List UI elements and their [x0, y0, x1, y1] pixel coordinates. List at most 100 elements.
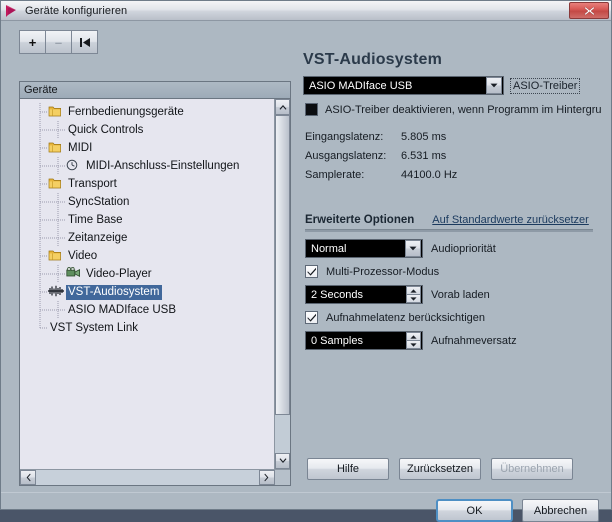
tree-item-vst-audiosystem[interactable]: VST-Audiosystem: [20, 283, 274, 301]
multiprocessor-checkbox[interactable]: [305, 265, 318, 278]
close-button[interactable]: [569, 2, 609, 19]
cancel-button[interactable]: Abbrechen: [522, 499, 599, 522]
audio-priority-select[interactable]: Normal: [305, 239, 423, 258]
release-driver-checkbox[interactable]: [305, 103, 318, 116]
remove-device-button[interactable]: –: [45, 30, 72, 54]
tree-item-video[interactable]: Video: [20, 247, 274, 265]
tree-item-midi[interactable]: MIDI: [20, 139, 274, 157]
tree-item-time-base[interactable]: Time Base: [20, 211, 274, 229]
record-shift-stepper[interactable]: [406, 332, 421, 349]
tree-guide-lines: [20, 265, 66, 283]
preload-stepper[interactable]: [406, 286, 421, 303]
tree-item-fernbedienungsger-te[interactable]: Fernbedienungsgeräte: [20, 103, 274, 121]
info-value: 6.531 ms: [401, 149, 447, 162]
tree-guide-lines: [20, 319, 48, 337]
cubase-logo-icon: [5, 4, 20, 18]
tree-item-label: Quick Controls: [68, 123, 144, 136]
chevron-down-icon[interactable]: [405, 240, 421, 257]
tree-item-midi-anschluss-einstellungen[interactable]: MIDI-Anschluss-Einstellungen: [20, 157, 274, 175]
tree-item-label: SyncStation: [68, 195, 130, 208]
stepper-down-icon[interactable]: [406, 295, 421, 303]
tree-guide-lines: [20, 103, 48, 121]
record-shift-label: Aufnahmeversatz: [431, 334, 517, 347]
vertical-scroll-track[interactable]: [275, 115, 290, 453]
tree-vertical-scrollbar[interactable]: [274, 99, 290, 469]
scroll-down-button[interactable]: [275, 453, 290, 469]
tree-item-video-player[interactable]: Video-Player: [20, 265, 274, 283]
tree-item-transport[interactable]: Transport: [20, 175, 274, 193]
record-shift-row: 0 Samples Aufnahmeversatz: [305, 331, 597, 350]
clock-icon: [66, 159, 82, 173]
record-shift-value: 0 Samples: [311, 334, 363, 347]
tree-guide-lines: [20, 157, 66, 175]
help-button[interactable]: Hilfe: [307, 458, 389, 480]
asio-driver-select[interactable]: ASIO MADIface USB: [303, 76, 504, 95]
tree-item-label: VST-Audiosystem: [66, 284, 163, 300]
preload-value: 2 Seconds: [311, 288, 363, 301]
adjust-latency-checkbox[interactable]: [305, 311, 318, 324]
release-driver-label: ASIO-Treiber deaktivieren, wenn Programm…: [325, 103, 602, 116]
tree-guide-lines: [20, 247, 48, 265]
preload-input[interactable]: 2 Seconds: [305, 285, 423, 304]
asio-driver-value: ASIO MADIface USB: [309, 79, 413, 92]
tree-item-vst-system-link[interactable]: VST System Link: [20, 319, 274, 337]
tree-item-label: MIDI-Anschluss-Einstellungen: [86, 159, 240, 172]
scroll-right-button[interactable]: [259, 470, 275, 485]
tree-guide-lines: [20, 175, 48, 193]
add-device-button[interactable]: +: [19, 30, 46, 54]
titlebar: Geräte konfigurieren: [1, 1, 611, 21]
add-device-label: +: [28, 34, 37, 50]
ok-button[interactable]: OK: [436, 499, 513, 522]
tree-item-label: Fernbedienungsgeräte: [68, 105, 184, 118]
reset-button[interactable]: Zurücksetzen: [399, 458, 481, 480]
tree-guide-lines: [20, 283, 48, 301]
info-value: 44100.0 Hz: [401, 168, 458, 181]
audio-priority-label: Audiopriorität: [431, 242, 496, 255]
horizontal-scroll-track[interactable]: [36, 470, 259, 485]
tree-item-syncstation[interactable]: SyncStation: [20, 193, 274, 211]
tree-guide-lines: [20, 193, 66, 211]
scroll-left-button[interactable]: [20, 470, 36, 485]
advanced-options-header: Erweiterte Optionen Auf Standardwerte zu…: [305, 214, 597, 226]
adjust-latency-label: Aufnahmelatenz berücksichtigen: [326, 311, 485, 324]
record-shift-input[interactable]: 0 Samples: [305, 331, 423, 350]
adjust-latency-row: Aufnahmelatenz berücksichtigen: [305, 311, 597, 324]
remove-device-label: –: [54, 34, 63, 50]
vertical-scroll-thumb[interactable]: [275, 115, 290, 415]
tree-item-label: Video: [68, 249, 98, 262]
folder-icon: [48, 249, 64, 263]
tree-item-label: MIDI: [68, 141, 93, 154]
advanced-divider: [305, 229, 593, 232]
reset-to-defaults-link[interactable]: Auf Standardwerte zurücksetzer: [432, 214, 589, 226]
preload-label: Vorab laden: [431, 288, 490, 301]
tree-header-label: Geräte: [24, 84, 58, 96]
tree-inner: Fernbedienungsgeräte Quick Controls MIDI MI…: [20, 99, 290, 469]
device-toolbar: + –: [19, 30, 98, 54]
release-driver-row: ASIO-Treiber deaktivieren, wenn Programm…: [305, 103, 602, 116]
folder-icon: [48, 141, 64, 155]
tree-item-label: Video-Player: [86, 267, 152, 280]
stepper-up-icon[interactable]: [406, 286, 421, 295]
camera-icon: [66, 267, 82, 281]
tree-item-label: Time Base: [68, 213, 123, 226]
footer-divider: [1, 492, 611, 493]
info-key: Eingangslatenz:: [305, 130, 384, 143]
latency-info-list: Eingangslatenz: 5.805 ms Ausgangslatenz: 6.…: [305, 127, 597, 184]
scroll-up-button[interactable]: [275, 99, 290, 115]
driver-row: ASIO MADIface USB ASIO-Treiber: [303, 76, 597, 95]
tree-item-asio-madiface-usb[interactable]: ASIO MADIface USB: [20, 301, 274, 319]
reset-device-button[interactable]: [71, 30, 98, 54]
tree-item-quick-controls[interactable]: Quick Controls: [20, 121, 274, 139]
asio-driver-tag[interactable]: ASIO-Treiber: [510, 77, 581, 94]
tree-horizontal-scrollbar[interactable]: [20, 469, 290, 485]
tree-item-zeitanzeige[interactable]: Zeitanzeige: [20, 229, 274, 247]
stepper-down-icon[interactable]: [406, 341, 421, 349]
info-key: Ausgangslatenz:: [305, 149, 387, 162]
chevron-down-icon[interactable]: [486, 77, 502, 94]
scrollbar-corner: [275, 470, 290, 485]
info-row: Ausgangslatenz: 6.531 ms: [305, 146, 597, 165]
stepper-up-icon[interactable]: [406, 332, 421, 341]
panel-title: VST-Audiosystem: [303, 51, 443, 68]
tree-item-label: Transport: [68, 177, 117, 190]
tree-guide-lines: [20, 121, 66, 139]
